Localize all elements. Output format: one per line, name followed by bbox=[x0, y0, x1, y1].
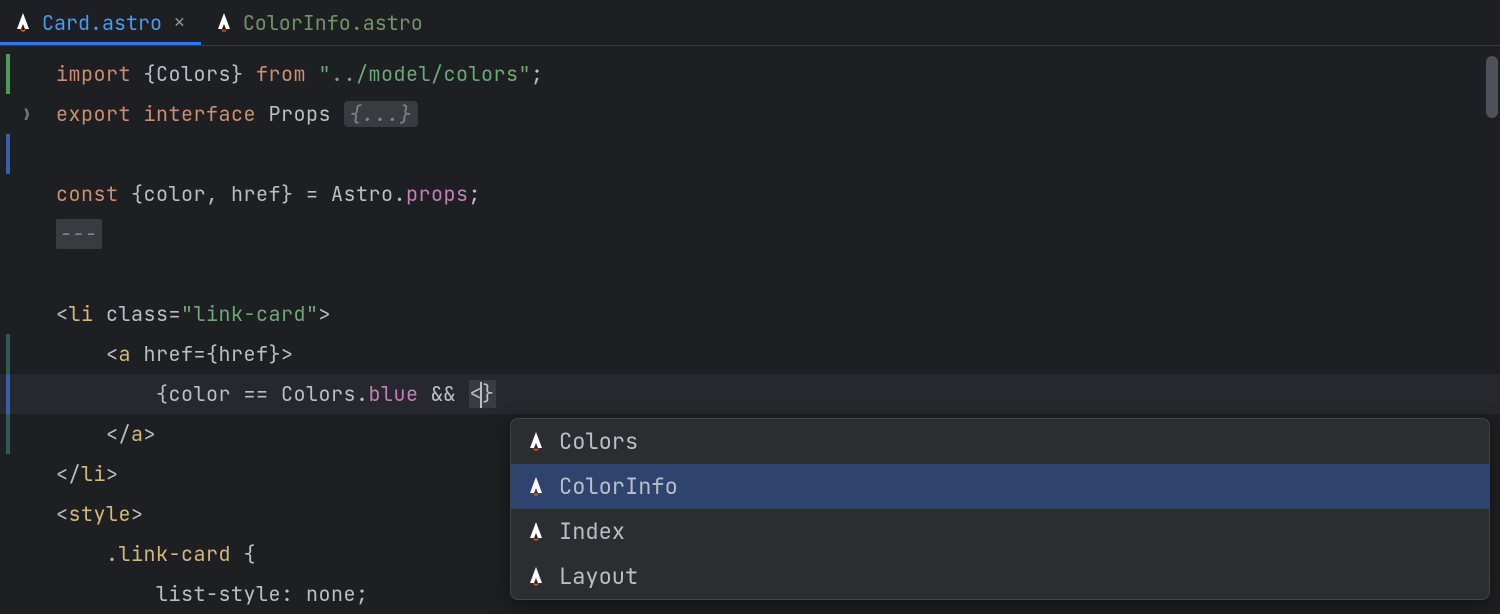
gutter-change-marker bbox=[6, 414, 10, 454]
fold-toggle-icon[interactable]: ❯ bbox=[22, 104, 32, 125]
astro-file-icon bbox=[527, 476, 545, 498]
astro-file-icon bbox=[14, 12, 32, 34]
completion-item-selected[interactable]: ColorInfo bbox=[511, 464, 1489, 509]
tab-label: ColorInfo.astro bbox=[243, 10, 423, 36]
tab-bar: Card.astro ✕ ColorInfo.astro bbox=[0, 0, 1500, 46]
gutter-change-marker bbox=[6, 374, 10, 414]
code-line[interactable]: --- bbox=[0, 214, 1500, 254]
code-line[interactable]: ❯ export interface Props {...} bbox=[0, 94, 1500, 134]
astro-file-icon bbox=[527, 566, 545, 588]
code-line[interactable] bbox=[0, 134, 1500, 174]
close-icon[interactable]: ✕ bbox=[172, 9, 187, 36]
completion-label: Layout bbox=[559, 562, 638, 591]
gutter-change-marker bbox=[6, 134, 10, 174]
code-line[interactable]: const {color, href} = Astro.props; bbox=[0, 174, 1500, 214]
tab-card-astro[interactable]: Card.astro ✕ bbox=[0, 0, 201, 45]
completion-popup: Colors ColorInfo Index Layout bbox=[510, 418, 1490, 600]
completion-item[interactable]: Index bbox=[511, 509, 1489, 554]
tab-label: Card.astro bbox=[42, 10, 162, 36]
gutter-change-marker bbox=[6, 54, 10, 94]
folded-region[interactable]: {...} bbox=[344, 101, 419, 127]
astro-file-icon bbox=[527, 431, 545, 453]
completion-label: Index bbox=[559, 517, 625, 546]
code-line[interactable]: import {Colors} from "../model/colors"; bbox=[0, 54, 1500, 94]
frontmatter-delimiter: --- bbox=[56, 219, 102, 249]
tab-colorinfo-astro[interactable]: ColorInfo.astro bbox=[201, 0, 437, 45]
completion-item[interactable]: Layout bbox=[511, 554, 1489, 599]
astro-file-icon bbox=[215, 12, 233, 34]
code-line[interactable] bbox=[0, 254, 1500, 294]
gutter-change-marker bbox=[6, 334, 10, 374]
code-line[interactable]: <li class="link-card"> bbox=[0, 294, 1500, 334]
code-line[interactable]: <a href={href}> bbox=[0, 334, 1500, 374]
code-line-active[interactable]: {color == Colors.blue && <} bbox=[0, 374, 1500, 414]
astro-file-icon bbox=[527, 521, 545, 543]
completion-item[interactable]: Colors bbox=[511, 419, 1489, 464]
completion-label: ColorInfo bbox=[559, 472, 678, 501]
completion-label: Colors bbox=[559, 427, 638, 456]
